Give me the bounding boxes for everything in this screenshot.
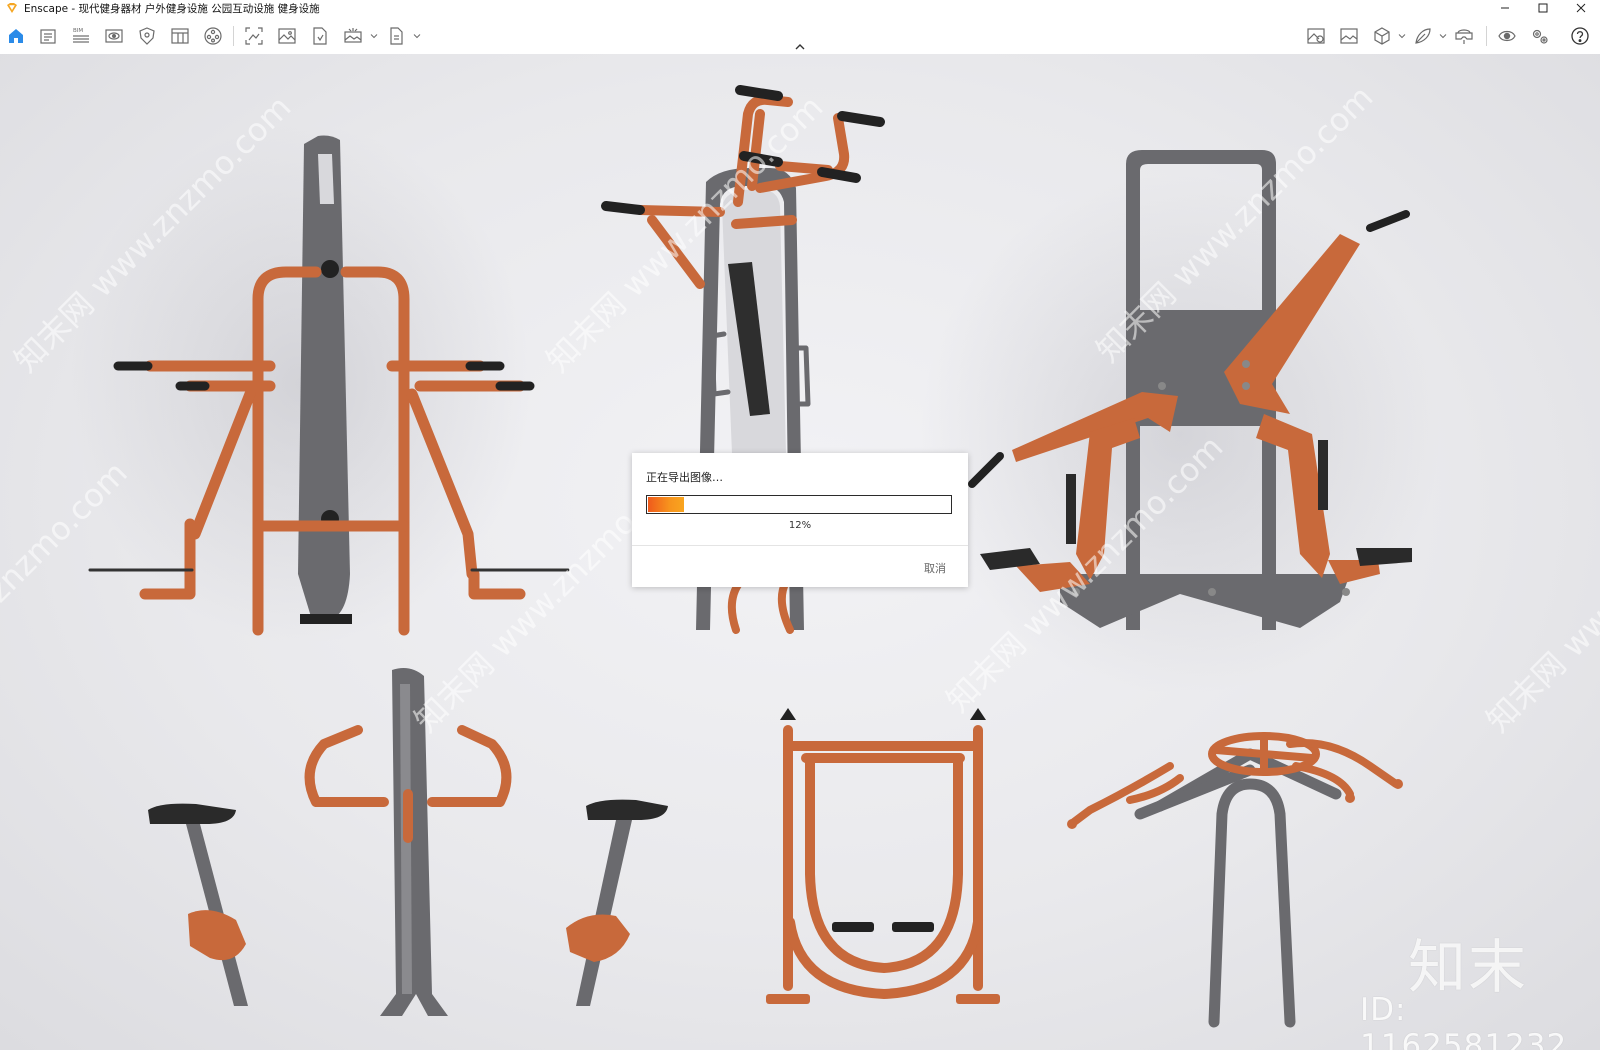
batch-export-icon	[390, 27, 403, 45]
chevron-down-icon[interactable]	[370, 32, 378, 40]
export-progress-dialog: 正在导出图像… 12% 取消	[632, 453, 968, 587]
settings-button[interactable]	[1529, 25, 1551, 47]
image-icon	[278, 28, 296, 44]
maximize-icon	[1538, 3, 1548, 13]
export-file-button[interactable]	[309, 25, 331, 47]
panorama-button[interactable]	[342, 25, 364, 47]
toolbar-separator	[1486, 26, 1487, 46]
help-icon	[1571, 27, 1589, 45]
chevron-down-icon[interactable]	[413, 32, 421, 40]
view-button[interactable]	[103, 25, 125, 47]
equipment-5	[766, 708, 1000, 1004]
collapse-toolbar-button[interactable]	[792, 42, 808, 52]
close-button[interactable]	[1562, 0, 1600, 16]
image-button[interactable]	[276, 25, 298, 47]
window-title: Enscape - 现代健身器材 户外健身设施 公园互动设施 健身设施	[24, 2, 320, 15]
cube-button[interactable]	[1371, 25, 1393, 47]
vr-headset-icon	[1455, 29, 1473, 44]
progress-bar	[646, 495, 952, 514]
equipment-4	[148, 668, 668, 1016]
notes-icon	[40, 29, 56, 44]
safety-button[interactable]	[136, 25, 158, 47]
svg-text:知末网 www.znzmo.com: 知末网 www.znzmo.com	[1479, 448, 1600, 740]
settings-icon	[1532, 29, 1548, 44]
visual-settings-button[interactable]	[1496, 25, 1518, 47]
material-icon	[1415, 28, 1431, 44]
bim-button[interactable]: BIM	[70, 25, 92, 47]
cube-icon	[1374, 27, 1390, 45]
asset-library-icon	[1307, 28, 1325, 44]
material-button[interactable]	[1412, 25, 1434, 47]
maximize-button[interactable]	[1524, 0, 1562, 16]
home-button[interactable]	[5, 25, 27, 47]
home-icon	[9, 29, 23, 43]
chevron-down-icon[interactable]	[1398, 32, 1406, 40]
image-library-icon	[1340, 28, 1358, 44]
help-button[interactable]	[1569, 25, 1591, 47]
dialog-title: 正在导出图像…	[646, 471, 723, 484]
panel-icon	[171, 28, 189, 44]
chevron-down-icon[interactable]	[1439, 32, 1447, 40]
close-icon	[1576, 3, 1586, 13]
panel-button[interactable]	[169, 25, 191, 47]
panorama-icon	[344, 28, 362, 43]
view-icon	[105, 29, 123, 43]
image-library-button[interactable]	[1338, 25, 1360, 47]
equipment-6	[1067, 732, 1403, 1028]
window-controls	[1486, 0, 1600, 16]
enscape-logo-icon	[7, 3, 17, 13]
minimize-icon	[1501, 7, 1509, 9]
screenshot-icon	[245, 27, 263, 45]
safety-icon	[139, 27, 155, 45]
progress-fill	[648, 497, 684, 512]
bim-icon: BIM	[73, 28, 89, 43]
asset-id-watermark: ID: 1162581232	[1360, 992, 1568, 1050]
video-icon	[204, 27, 222, 45]
screenshot-button[interactable]	[243, 25, 265, 47]
vr-headset-button[interactable]	[1453, 25, 1475, 47]
video-button[interactable]	[202, 25, 224, 47]
asset-library-button[interactable]	[1305, 25, 1327, 47]
title-bar: Enscape - 现代健身器材 户外健身设施 公园互动设施 健身设施	[0, 0, 1600, 16]
visual-settings-icon	[1498, 30, 1516, 42]
export-file-icon	[313, 27, 327, 45]
minimize-button[interactable]	[1486, 0, 1524, 16]
bim-label: BIM	[73, 28, 83, 34]
notes-button[interactable]	[37, 25, 59, 47]
toolbar-separator	[233, 26, 234, 46]
dialog-divider	[632, 545, 968, 546]
batch-export-button[interactable]	[385, 25, 407, 47]
progress-percentage: 12%	[788, 520, 812, 531]
cancel-button[interactable]: 取消	[924, 560, 946, 576]
